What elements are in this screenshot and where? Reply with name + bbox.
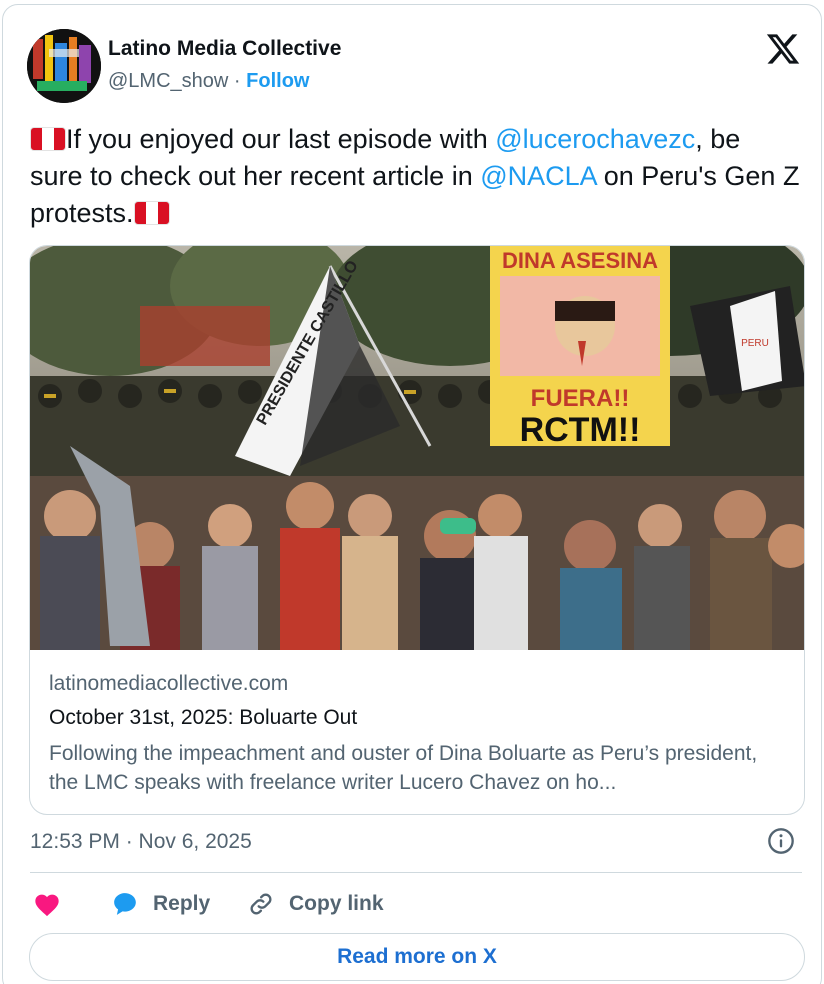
follow-button[interactable]: Follow [246, 70, 309, 92]
divider [30, 872, 802, 873]
copy-link-label: Copy link [289, 892, 384, 915]
x-logo-icon[interactable] [765, 31, 801, 67]
tweet-embed-card: Latino Media Collective @LMC_show · Foll… [2, 4, 822, 984]
reply-bubble-icon [114, 893, 136, 915]
sign-mid-text: FUERA!! [531, 385, 630, 412]
link-preview-card[interactable]: PRESIDENTE CASTILLO DINA ASESINA FUERA!!… [29, 245, 805, 815]
author-avatar[interactable] [27, 29, 101, 103]
info-icon[interactable] [767, 827, 795, 855]
author-name[interactable]: Latino Media Collective [108, 37, 341, 61]
meta-separator: · [233, 70, 241, 92]
like-button[interactable] [33, 888, 61, 920]
tweet-text: If you enjoyed our last episode with @lu… [30, 121, 800, 232]
mention-nacla[interactable]: @NACLA [480, 161, 596, 191]
link-domain: latinomediacollective.com [49, 672, 289, 695]
reply-button[interactable]: Reply [111, 888, 210, 920]
peru-flag-icon [133, 201, 170, 225]
link-description: Following the impeachment and ouster of … [49, 742, 758, 794]
tweet-text-part: If you enjoyed our last episode with [66, 124, 496, 154]
reply-label: Reply [153, 892, 211, 915]
copy-link-button[interactable]: Copy link [247, 888, 384, 920]
flag-small-text: PERU [741, 338, 769, 349]
author-meta: @LMC_show · Follow [108, 70, 309, 93]
heart-icon [35, 894, 59, 917]
link-title: October 31st, 2025: Boluarte Out [49, 706, 358, 729]
sign-top-text: DINA ASESINA [502, 248, 658, 273]
read-more-button[interactable]: Read more on X [29, 933, 805, 981]
peru-flag-icon [30, 127, 66, 151]
tweet-timestamp[interactable]: 12:53 PM · Nov 6, 2025 [30, 830, 252, 854]
author-handle[interactable]: @LMC_show [108, 70, 228, 92]
link-icon [250, 893, 272, 915]
sign-bottom-text: RCTM!! [520, 411, 641, 449]
article-image: PRESIDENTE CASTILLO DINA ASESINA FUERA!!… [30, 246, 804, 650]
mention-lucerochavezc[interactable]: @lucerochavezc [495, 124, 695, 154]
